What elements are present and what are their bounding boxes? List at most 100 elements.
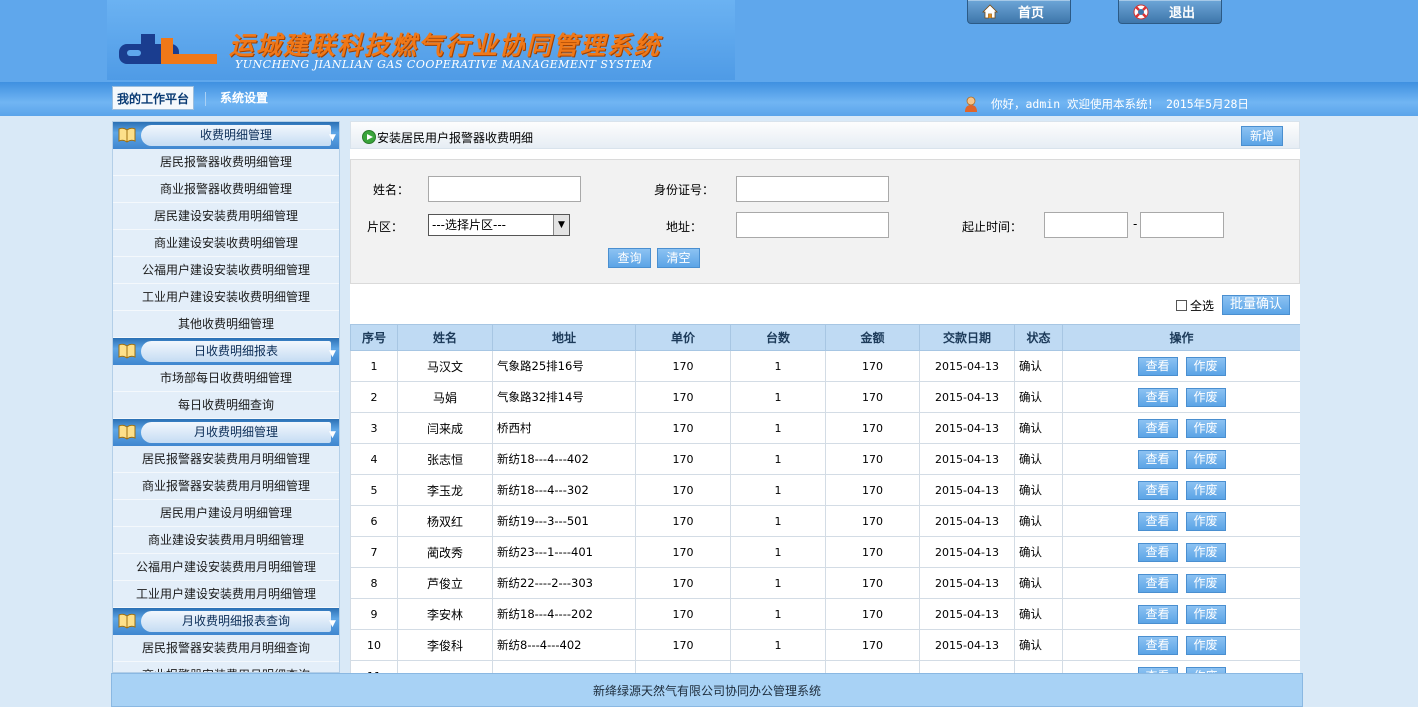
- actions-cell: 查看作废: [1062, 350, 1300, 382]
- sidebar-item[interactable]: 商业建设安装收费明细管理: [113, 230, 339, 257]
- column-header: 金额: [825, 324, 920, 351]
- column-header: 姓名: [397, 324, 493, 351]
- sidebar-item[interactable]: 商业报警器收费明细管理: [113, 176, 339, 203]
- chevron-down-icon: ▼: [329, 430, 336, 440]
- sidebar-item[interactable]: 其他收费明细管理: [113, 311, 339, 338]
- view-button[interactable]: 查看: [1137, 356, 1178, 376]
- chevron-down-icon: ▼: [329, 619, 336, 629]
- void-button[interactable]: 作废: [1185, 542, 1226, 562]
- void-button[interactable]: 作废: [1185, 511, 1226, 531]
- table-cell: 8: [350, 567, 398, 599]
- table-cell: 确认: [1014, 567, 1063, 599]
- tab-my-workbench[interactable]: 我的工作平台: [112, 86, 194, 110]
- void-button[interactable]: 作废: [1185, 449, 1226, 469]
- start-date-input[interactable]: [1044, 212, 1128, 238]
- table-cell: 新纺18---4---302: [492, 474, 636, 506]
- chevron-down-icon: ▼: [329, 349, 336, 359]
- void-button[interactable]: 作废: [1185, 573, 1226, 593]
- table-cell: 2015-04-13: [919, 598, 1015, 630]
- search-panel: 姓名： 身份证号： 片区： ---选择片区--- ▼ 地址： 起止时间： - 查…: [350, 159, 1300, 284]
- table-cell: 气象路32排14号: [492, 381, 636, 413]
- sidebar-item[interactable]: 市场部每日收费明细管理: [113, 365, 339, 392]
- sidebar-section-daily-report[interactable]: 日收费明细报表 ▼: [113, 338, 339, 365]
- book-icon: [118, 343, 136, 359]
- table-cell: 170: [825, 629, 920, 661]
- void-button[interactable]: 作废: [1185, 356, 1226, 376]
- void-button[interactable]: 作废: [1185, 604, 1226, 624]
- tab-system-settings[interactable]: 系统设置: [220, 86, 268, 110]
- table-cell: 2015-04-13: [919, 412, 1015, 444]
- table-cell: 1: [730, 567, 826, 599]
- query-button[interactable]: 查询: [608, 248, 651, 268]
- view-button[interactable]: 查看: [1137, 573, 1178, 593]
- view-button[interactable]: 查看: [1137, 480, 1178, 500]
- actions-cell: 查看作废: [1062, 381, 1300, 413]
- sidebar-section-monthly-report[interactable]: 月收费明细报表查询 ▼: [113, 608, 339, 635]
- sidebar-section-monthly-detail[interactable]: 月收费明细管理 ▼: [113, 419, 339, 446]
- end-date-input[interactable]: [1140, 212, 1224, 238]
- view-button[interactable]: 查看: [1137, 418, 1178, 438]
- void-button[interactable]: 作废: [1185, 480, 1226, 500]
- void-button[interactable]: 作废: [1185, 635, 1226, 655]
- sidebar-item[interactable]: 公福用户建设安装费用月明细管理: [113, 554, 339, 581]
- sidebar-item[interactable]: 每日收费明细查询: [113, 392, 339, 419]
- home-button[interactable]: 首页: [967, 0, 1071, 24]
- view-button[interactable]: 查看: [1137, 387, 1178, 407]
- exit-button[interactable]: 退出: [1118, 0, 1222, 24]
- sidebar-item[interactable]: 商业报警器安装费用月明细管理: [113, 473, 339, 500]
- sidebar-item[interactable]: 工业用户建设安装费用月明细管理: [113, 581, 339, 608]
- table-cell: 李安林: [397, 598, 493, 630]
- table-cell: 170: [635, 629, 731, 661]
- sidebar-item[interactable]: 居民建设安装费用明细管理: [113, 203, 339, 230]
- actions-cell: 查看作废: [1062, 567, 1300, 599]
- sidebar-item[interactable]: 商业建设安装费用月明细管理: [113, 527, 339, 554]
- clear-button[interactable]: 清空: [657, 248, 700, 268]
- view-button[interactable]: 查看: [1137, 542, 1178, 562]
- sidebar-item[interactable]: 居民报警器安装费用月明细管理: [113, 446, 339, 473]
- view-button[interactable]: 查看: [1137, 604, 1178, 624]
- sidebar-section-title: 月收费明细报表查询: [141, 611, 331, 632]
- sidebar-item[interactable]: 公福用户建设安装收费明细管理: [113, 257, 339, 284]
- table-cell: 2015-04-13: [919, 505, 1015, 537]
- app-header: 运城建联科技燃气行业协同管理系统 YUNCHENG JIANLIAN GAS C…: [0, 0, 1418, 82]
- view-button[interactable]: 查看: [1137, 511, 1178, 531]
- table-cell: [492, 660, 636, 673]
- void-button[interactable]: 作废: [1185, 418, 1226, 438]
- table-cell: 确认: [1014, 536, 1063, 568]
- view-button[interactable]: 查看: [1137, 635, 1178, 655]
- select-all-label: 全选: [1190, 299, 1215, 313]
- table-cell: 170: [635, 474, 731, 506]
- sidebar-item[interactable]: 工业用户建设安装收费明细管理: [113, 284, 339, 311]
- batch-confirm-button[interactable]: 批量确认: [1222, 295, 1290, 315]
- table-cell: 170: [635, 598, 731, 630]
- column-header: 状态: [1014, 324, 1063, 351]
- sidebar-item[interactable]: 居民报警器安装费用月明细查询: [113, 635, 339, 662]
- sidebar-item[interactable]: 居民用户建设月明细管理: [113, 500, 339, 527]
- book-icon: [118, 424, 136, 440]
- select-all[interactable]: 全选: [1176, 297, 1214, 314]
- sidebar-item[interactable]: 居民报警器收费明细管理: [113, 149, 339, 176]
- table-cell: 闫来成: [397, 412, 493, 444]
- table-cell: 确认: [1014, 381, 1063, 413]
- area-label: 片区：: [367, 220, 404, 234]
- id-number-input[interactable]: [736, 176, 889, 202]
- nav-divider: [205, 92, 206, 106]
- table-cell: 2015-04-13: [919, 629, 1015, 661]
- table-cell: 2015-04-13: [919, 567, 1015, 599]
- sidebar-item[interactable]: 商业报警器安装费用月明细查询: [113, 662, 339, 672]
- select-all-checkbox[interactable]: [1176, 300, 1187, 311]
- actions-cell: 查看作废: [1062, 443, 1300, 475]
- table-cell: 2015-04-13: [919, 443, 1015, 475]
- table-cell: 确认: [1014, 505, 1063, 537]
- table-cell: 3: [350, 412, 398, 444]
- add-button[interactable]: 新增: [1241, 126, 1283, 146]
- name-input[interactable]: [428, 176, 581, 202]
- logo-banner: 运城建联科技燃气行业协同管理系统 YUNCHENG JIANLIAN GAS C…: [107, 0, 735, 80]
- table-cell: [919, 660, 1015, 673]
- address-input[interactable]: [736, 212, 889, 238]
- sidebar-section-fee-detail[interactable]: 收费明细管理 ▼: [113, 122, 339, 149]
- void-button[interactable]: 作废: [1185, 387, 1226, 407]
- view-button[interactable]: 查看: [1137, 449, 1178, 469]
- area-select[interactable]: ---选择片区--- ▼: [428, 214, 570, 236]
- sidebar: 收费明细管理 ▼ 居民报警器收费明细管理 商业报警器收费明细管理 居民建设安装费…: [112, 121, 340, 673]
